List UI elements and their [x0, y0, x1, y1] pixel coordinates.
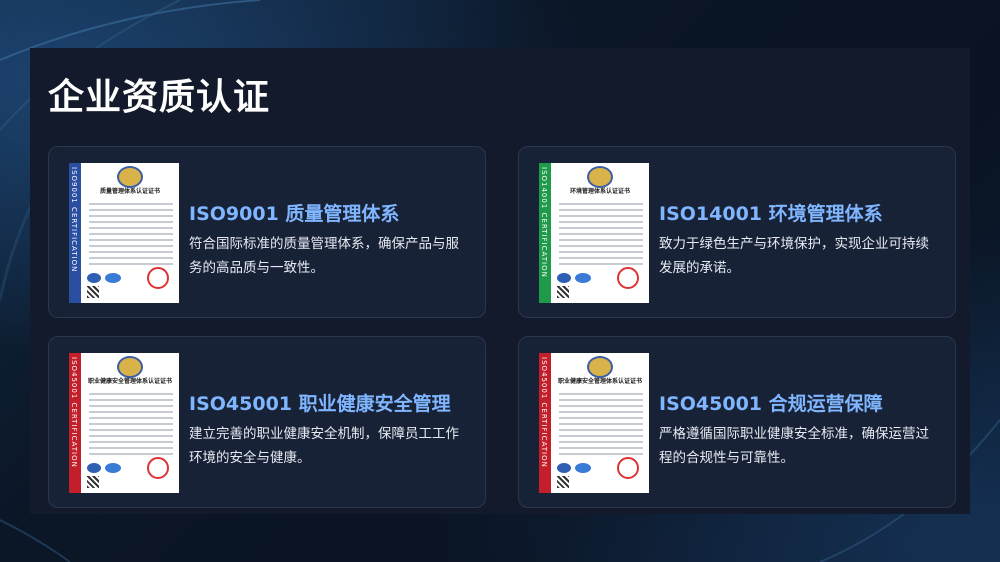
certificate-image: ISO9001 CERTIFICATION 质量管理体系认证证书 [69, 163, 179, 303]
certificate-title: ISO14001 环境管理体系 [659, 203, 883, 225]
qr-code-icon [557, 286, 569, 298]
red-stamp-icon [147, 267, 169, 289]
certificate-image: ISO45001 CERTIFICATION 职业健康安全管理体系认证证书 [539, 353, 649, 493]
certificate-stripe-text: ISO14001 CERTIFICATION [540, 167, 548, 278]
certificate-title: ISO9001 质量管理体系 [189, 203, 400, 225]
certificate-seal-icon [587, 356, 613, 378]
red-stamp-icon [617, 267, 639, 289]
certificate-card-iso9001: ISO9001 CERTIFICATION 质量管理体系认证证书 ISO9001… [48, 146, 486, 318]
certificate-stripe: ISO9001 CERTIFICATION [69, 163, 81, 303]
cnas-logo-icon [575, 273, 591, 283]
certificate-description: 致力于绿色生产与环境保护，实现企业可持续发展的承诺。 [659, 236, 929, 276]
certificate-seal-icon [117, 356, 143, 378]
certificate-text-lines [559, 393, 643, 459]
certificate-text-lines [89, 393, 173, 459]
cnas-logo-icon [105, 273, 121, 283]
certificate-stripe: ISO14001 CERTIFICATION [539, 163, 551, 303]
red-stamp-icon [617, 457, 639, 479]
certificate-description: 建立完善的职业健康安全机制，保障员工工作环境的安全与健康。 [189, 426, 459, 466]
page-title: 企业资质认证 [48, 77, 271, 118]
certificate-card-iso45001-compliance: ISO45001 CERTIFICATION 职业健康安全管理体系认证证书 IS… [518, 336, 956, 508]
certificate-stripe: ISO45001 CERTIFICATION [539, 353, 551, 493]
qr-code-icon [87, 476, 99, 488]
certificate-stripe: ISO45001 CERTIFICATION [69, 353, 81, 493]
certificate-heading: 职业健康安全管理体系认证证书 [87, 378, 172, 385]
iaf-logo-icon [557, 463, 571, 473]
certificate-card-iso45001-health: ISO45001 CERTIFICATION 职业健康安全管理体系认证证书 IS… [48, 336, 486, 508]
iaf-logo-icon [557, 273, 571, 283]
cnas-logo-icon [105, 463, 121, 473]
certificate-stripe-text: ISO9001 CERTIFICATION [70, 167, 78, 273]
certificate-description: 严格遵循国际职业健康安全标准，确保运营过程的合规性与可靠性。 [659, 426, 929, 466]
certificate-seal-icon [587, 166, 613, 188]
certificate-text-lines [89, 203, 173, 269]
certificate-image: ISO45001 CERTIFICATION 职业健康安全管理体系认证证书 [69, 353, 179, 493]
certificate-stripe-text: ISO45001 CERTIFICATION [540, 357, 548, 468]
certificate-card-iso14001: ISO14001 CERTIFICATION 环境管理体系认证证书 ISO140… [518, 146, 956, 318]
red-stamp-icon [147, 457, 169, 479]
qr-code-icon [557, 476, 569, 488]
certificate-title: ISO45001 合规运营保障 [659, 393, 883, 415]
certificate-text-lines [559, 203, 643, 269]
certificate-description: 符合国际标准的质量管理体系，确保产品与服务的高品质与一致性。 [189, 236, 459, 276]
cnas-logo-icon [575, 463, 591, 473]
certificate-heading: 质量管理体系认证证书 [99, 188, 160, 195]
certificate-title: ISO45001 职业健康安全管理 [189, 393, 451, 415]
certificate-heading: 职业健康安全管理体系认证证书 [557, 378, 642, 385]
certificate-seal-icon [117, 166, 143, 188]
qr-code-icon [87, 286, 99, 298]
certificate-heading: 环境管理体系认证证书 [569, 188, 630, 195]
iaf-logo-icon [87, 273, 101, 283]
iaf-logo-icon [87, 463, 101, 473]
certificate-stripe-text: ISO45001 CERTIFICATION [70, 357, 78, 468]
certificate-image: ISO14001 CERTIFICATION 环境管理体系认证证书 [539, 163, 649, 303]
